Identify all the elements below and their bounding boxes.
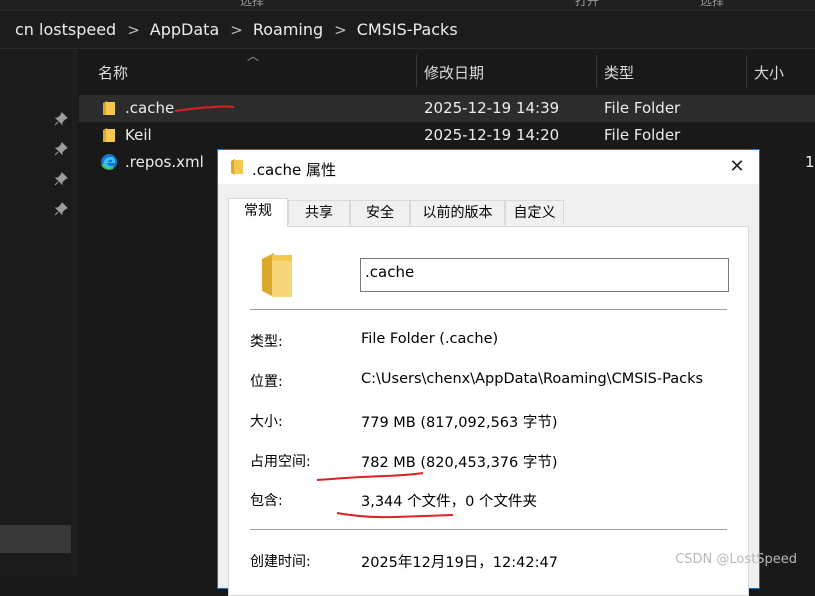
- file-size: 1: [805, 153, 815, 171]
- file-modified: 2025-12-19 14:39: [424, 99, 560, 117]
- breadcrumb-item[interactable]: Roaming: [253, 20, 323, 39]
- pin-icon[interactable]: [54, 142, 68, 156]
- size-label: 大小:: [250, 414, 283, 430]
- folder-icon: [103, 101, 115, 115]
- pin-icon[interactable]: [54, 172, 68, 186]
- tab-general[interactable]: 常规: [228, 198, 288, 227]
- file-type: File Folder: [604, 126, 681, 144]
- toolbar-strip: 选择 打开 选择: [0, 0, 815, 11]
- divider: [250, 309, 727, 310]
- type-value: File Folder (.cache): [361, 331, 499, 347]
- red-annotation-underline: [336, 512, 454, 519]
- file-modified: 2025-12-19 14:20: [424, 126, 560, 144]
- toolbar-label[interactable]: 选择: [700, 0, 724, 9]
- file-type: File Folder: [604, 99, 681, 117]
- type-label: 类型:: [250, 334, 283, 350]
- column-modified[interactable]: 修改日期: [424, 62, 484, 83]
- pin-icon[interactable]: [54, 112, 68, 126]
- close-button[interactable]: ✕: [715, 150, 759, 184]
- pin-icon[interactable]: [54, 202, 68, 216]
- column-divider[interactable]: [746, 55, 747, 87]
- breadcrumb: cn lostspeed > AppData > Roaming > CMSIS…: [0, 11, 815, 49]
- tab-customize[interactable]: 自定义: [505, 200, 564, 225]
- sort-up-icon: ︿: [247, 49, 260, 63]
- folder-icon: [103, 128, 115, 142]
- red-annotation-underline: [316, 472, 424, 481]
- nav-scrollbar[interactable]: [72, 50, 78, 577]
- file-name: .cache: [125, 99, 175, 117]
- dialog-titlebar[interactable]: .cache 属性 ✕: [218, 150, 759, 184]
- watermark: CSDN @LostSpeed: [675, 552, 797, 567]
- edge-icon: [101, 154, 117, 170]
- folder-icon: [262, 253, 292, 297]
- disk-size-label: 占用空间:: [250, 454, 311, 470]
- column-type[interactable]: 类型: [604, 62, 634, 83]
- location-value: C:\Users\chenx\AppData\Roaming\CMSIS-Pac…: [361, 371, 704, 387]
- nav-item-selected[interactable]: [0, 525, 71, 553]
- properties-dialog: .cache 属性 ✕ 常规 共享 安全 以前的版本 自定义 .cache 类型…: [217, 149, 760, 596]
- navigation-pane: [0, 50, 73, 577]
- disk-size-value: 782 MB (820,453,376 字节): [361, 455, 558, 471]
- chevron-right-icon[interactable]: >: [230, 21, 243, 39]
- contains-label: 包含:: [250, 493, 283, 509]
- breadcrumb-item[interactable]: CMSIS-Packs: [357, 20, 458, 39]
- column-name[interactable]: 名称: [98, 62, 128, 83]
- created-value: 2025年12月19日，12:42:47: [361, 555, 558, 571]
- location-label: 位置:: [250, 374, 283, 390]
- toolbar-label[interactable]: 选择: [240, 0, 264, 9]
- created-label: 创建时间:: [250, 554, 311, 570]
- file-name: .repos.xml: [125, 153, 204, 171]
- file-row[interactable]: Keil 2025-12-19 14:20 File Folder: [79, 122, 815, 149]
- chevron-right-icon[interactable]: >: [127, 21, 140, 39]
- red-annotation-underline: [174, 105, 235, 112]
- contains-value: 3,344 个文件，0 个文件夹: [361, 494, 537, 510]
- dialog-title: .cache 属性: [252, 161, 336, 179]
- general-panel: .cache 类型: File Folder (.cache) 位置: C:\U…: [228, 226, 749, 596]
- chevron-right-icon[interactable]: >: [334, 21, 347, 39]
- tab-sharing[interactable]: 共享: [288, 200, 350, 225]
- folder-name-input[interactable]: .cache: [360, 258, 729, 292]
- size-value: 779 MB (817,092,563 字节): [361, 415, 558, 431]
- tab-previous-versions[interactable]: 以前的版本: [410, 200, 505, 225]
- folder-icon: [231, 159, 243, 175]
- breadcrumb-item[interactable]: cn lostspeed: [15, 20, 116, 39]
- column-divider[interactable]: [596, 55, 597, 87]
- column-divider[interactable]: [416, 55, 417, 87]
- divider: [250, 529, 727, 530]
- breadcrumb-item[interactable]: AppData: [150, 20, 219, 39]
- toolbar-label[interactable]: 打开: [575, 0, 599, 9]
- file-name: Keil: [125, 126, 152, 144]
- column-size[interactable]: 大小: [754, 62, 784, 83]
- column-header-row: ︿ 名称 修改日期 类型 大小: [79, 49, 815, 91]
- tab-security[interactable]: 安全: [350, 200, 410, 225]
